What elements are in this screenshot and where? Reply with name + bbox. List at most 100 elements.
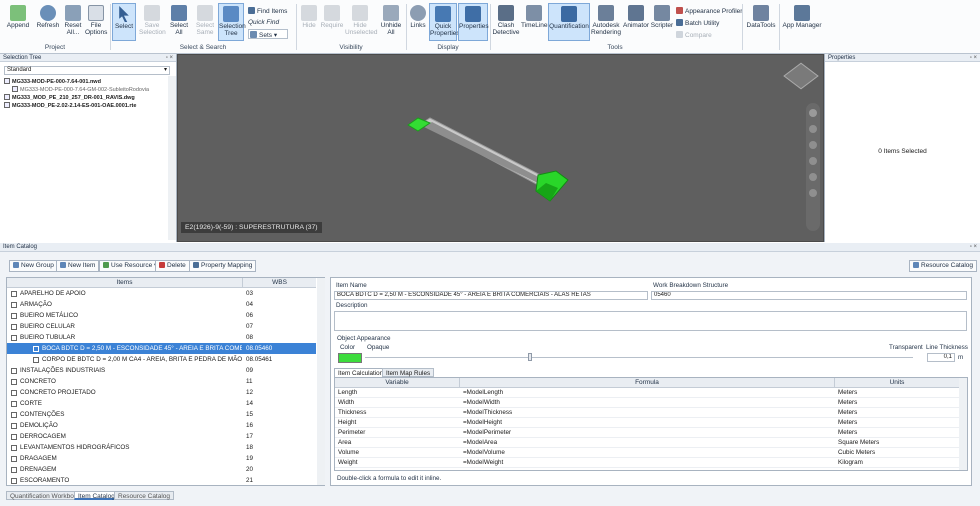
tree-mode-dropdown[interactable]: Standard ▾ [4, 66, 170, 75]
select-button[interactable]: Select [112, 3, 136, 41]
item-row[interactable]: ARMAÇÃO 04 [7, 299, 316, 310]
zoom-icon[interactable] [809, 141, 817, 149]
tab-item-catalog[interactable]: Item Catalog [74, 491, 119, 500]
refresh-button[interactable]: Refresh [34, 3, 62, 29]
datatools-button[interactable]: DataTools [746, 3, 776, 29]
sets-dropdown[interactable]: Sets ▾ [250, 31, 277, 39]
select-tool-icon[interactable] [809, 189, 817, 197]
column-header-formula[interactable]: Formula [460, 378, 835, 388]
item-row[interactable]: CONTENÇÕES 15 [7, 409, 316, 420]
new-item-button[interactable]: New Item [56, 260, 100, 272]
selection-tree-button[interactable]: Selection Tree [218, 3, 246, 41]
refresh-icon [40, 5, 56, 21]
item-row[interactable]: APARELHO DE APOIO 03 [7, 288, 316, 299]
line-thickness-field[interactable]: 0,1 [927, 353, 955, 362]
quantification-icon [561, 6, 577, 22]
item-row[interactable]: DERROCAGEM 17 [7, 431, 316, 442]
row-divider [335, 427, 959, 428]
require-button[interactable]: Require [320, 3, 344, 29]
item-row[interactable]: CONCRETO 11 [7, 376, 316, 387]
column-header-items[interactable]: Items [7, 278, 243, 288]
group-folder-icon [11, 368, 17, 374]
resource-catalog-button[interactable]: Resource Catalog [909, 260, 978, 272]
file-options-button[interactable]: File Options [85, 3, 107, 36]
item-row[interactable]: DEMOLIÇÃO 16 [7, 420, 316, 431]
color-swatch[interactable] [338, 353, 362, 363]
look-icon[interactable] [809, 173, 817, 181]
reset-all-button[interactable]: Reset All... [62, 3, 84, 36]
item-row[interactable]: CORPO DE BDTC D = 2,00 M CA4 - AREIA, BR… [7, 354, 316, 365]
description-field[interactable] [334, 311, 967, 331]
scripter-button[interactable]: Scripter [650, 3, 674, 29]
timeliner-button[interactable]: TimeLiner [521, 3, 550, 29]
transparency-slider-thumb[interactable] [528, 353, 532, 361]
wbs-field[interactable]: 05460 [651, 291, 967, 300]
panel-controls-icon[interactable]: ▫ × [970, 243, 977, 251]
orbit-icon[interactable] [809, 157, 817, 165]
unhide-all-button[interactable]: Unhide All [378, 3, 404, 36]
item-row[interactable]: DRAGAGEM 19 [7, 453, 316, 464]
tab-quantification-workbook[interactable]: Quantification Workbook [6, 491, 85, 500]
panel-controls-icon[interactable]: ▫ × [970, 54, 977, 62]
clash-detective-button[interactable]: Clash Detective [492, 3, 520, 36]
animator-button[interactable]: Animator [622, 3, 650, 29]
tree-item[interactable]: MG333_MOD_PE_210_257_DR-001_RAVIS.dwg [4, 94, 135, 102]
pan-icon[interactable] [809, 125, 817, 133]
item-row[interactable]: BOCA BDTC D = 2,50 M - ESCONSIDADE 45° -… [7, 343, 316, 354]
links-button[interactable]: Links [408, 3, 428, 29]
3d-viewport[interactable]: E2(1926)-9(-59) : SUPERESTRUTURA (37) [177, 54, 824, 242]
select-same-button[interactable]: Select Same [193, 3, 217, 36]
quantification-button[interactable]: Quantification [548, 3, 590, 41]
steering-wheel-icon[interactable] [809, 109, 817, 117]
append-button[interactable]: Append [5, 3, 31, 29]
transparency-slider-track[interactable] [365, 357, 913, 358]
item-row[interactable]: CORTE 14 [7, 398, 316, 409]
tab-resource-catalog[interactable]: Resource Catalog [114, 491, 175, 500]
color-label: Color [340, 344, 356, 351]
panel-controls-icon[interactable]: ▫ × [166, 54, 173, 62]
item-row[interactable]: BUEIRO METÁLICO 06 [7, 310, 316, 321]
calculations-scrollbar[interactable] [959, 378, 967, 470]
column-header-wbs[interactable]: WBS [243, 278, 316, 288]
hide-unselected-button[interactable]: Hide Unselected [345, 3, 378, 36]
appearance-profiler-button[interactable]: Appearance Profiler [676, 7, 742, 15]
compare-button[interactable]: Compare [676, 31, 712, 39]
group-folder-icon [11, 291, 17, 297]
item-row[interactable]: BUEIRO TUBULAR 08 [7, 332, 316, 343]
new-group-button[interactable]: New Group [9, 260, 58, 272]
item-row[interactable]: INSTALAÇÕES INDUSTRIAIS 09 [7, 365, 316, 376]
save-selection-button[interactable]: Save Selection [139, 3, 166, 36]
item-wbs: 03 [246, 290, 254, 297]
item-row[interactable]: DRENAGEM 20 [7, 464, 316, 475]
property-mapping-button[interactable]: Property Mapping [189, 260, 257, 272]
properties-button[interactable]: Properties [458, 3, 489, 41]
properties-title: Properties ▫ × [825, 54, 980, 62]
item-name: APARELHO DE APOIO [20, 290, 86, 297]
tree-item[interactable]: MG333-MOD-PE-000-7.64-001.nwd [4, 78, 101, 86]
delete-button[interactable]: Delete [155, 260, 190, 272]
hide-button[interactable]: Hide [299, 3, 319, 29]
quick-properties-button[interactable]: Quick Properties [429, 3, 460, 41]
app-manager-button[interactable]: App Manager [782, 3, 822, 29]
item-row[interactable]: CONCRETO PROJETADO 12 [7, 387, 316, 398]
tree-item[interactable]: MG333-MOD_PE-2.02-2.14-ES-001-OAE.0001.r… [4, 102, 136, 110]
item-row[interactable]: BUEIRO CELULAR 07 [7, 321, 316, 332]
group-folder-icon [11, 313, 17, 319]
item-name-field[interactable]: BOCA BDTC D = 2,50 M - ESCONSIDADE 45° -… [334, 291, 648, 300]
column-header-variable[interactable]: Variable [335, 378, 460, 388]
tree-scrollbar[interactable] [168, 76, 176, 240]
tree-item[interactable]: MG333-MOD-PE-000-7.64-GM-002-SubleitoRod… [12, 86, 149, 94]
group-label-display: Display [437, 44, 459, 51]
tab-item-map-rules[interactable]: Item Map Rules [382, 368, 435, 377]
items-scrollbar[interactable] [317, 278, 325, 485]
select-all-button[interactable]: Select All [167, 3, 191, 36]
autodesk-rendering-button[interactable]: Autodesk Rendering [591, 3, 621, 36]
use-resource-button[interactable]: Use Resource ▾ [99, 260, 162, 272]
batch-utility-button[interactable]: Batch Utility [676, 19, 719, 27]
item-row[interactable]: ESCORAMENTO 21 [7, 475, 316, 486]
file-icon [4, 94, 10, 100]
find-items-button[interactable]: Find Items [248, 7, 287, 15]
column-header-units[interactable]: Units [835, 378, 959, 388]
item-row[interactable]: LEVANTAMENTOS HIDROGRÁFICOS 18 [7, 442, 316, 453]
navigation-bar[interactable] [806, 103, 820, 231]
